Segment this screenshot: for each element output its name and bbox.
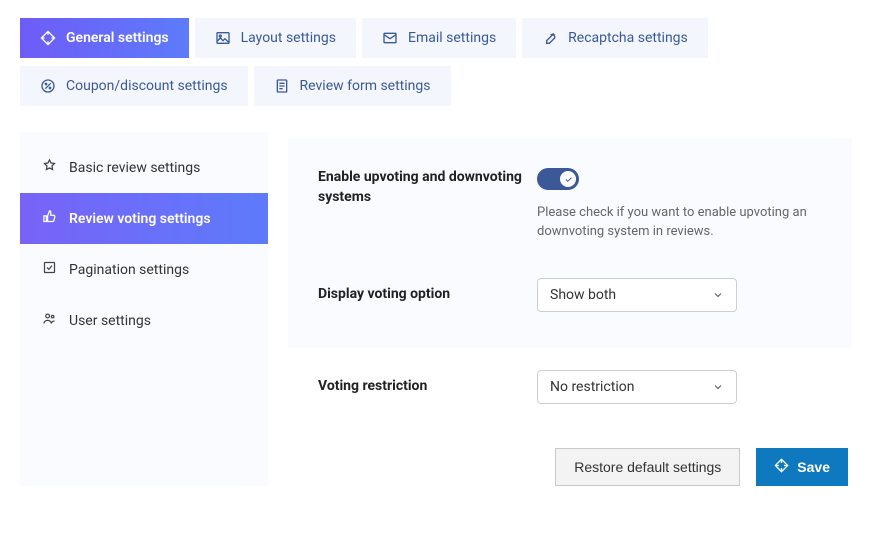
- checkbox-icon: [42, 260, 57, 279]
- tab-label: Recaptcha settings: [568, 30, 688, 46]
- display-option-select[interactable]: Show both: [537, 278, 737, 312]
- sidebar-item-label: User settings: [69, 313, 151, 329]
- sidebar-item-label: Basic review settings: [69, 160, 200, 176]
- restore-defaults-button[interactable]: Restore default settings: [555, 448, 740, 486]
- sidebar-item-label: Review voting settings: [69, 211, 211, 227]
- sidebar-item-pagination[interactable]: Pagination settings: [20, 244, 268, 295]
- tab-label: Email settings: [408, 30, 496, 46]
- voting-restriction-select[interactable]: No restriction: [537, 370, 737, 404]
- tab-recaptcha[interactable]: Recaptcha settings: [522, 18, 708, 58]
- settings-sidebar: Basic review settings Review voting sett…: [20, 132, 268, 486]
- field-label: Voting restriction: [318, 377, 523, 397]
- tab-coupon[interactable]: Coupon/discount settings: [20, 66, 248, 106]
- sidebar-item-voting[interactable]: Review voting settings: [20, 193, 268, 244]
- sidebar-item-label: Pagination settings: [69, 262, 189, 278]
- field-label: Display voting option: [318, 285, 523, 305]
- tab-layout[interactable]: Layout settings: [195, 18, 356, 58]
- footer-actions: Restore default settings Save: [288, 448, 852, 486]
- sidebar-item-user[interactable]: User settings: [20, 295, 268, 346]
- button-label: Save: [797, 459, 830, 475]
- tab-label: Coupon/discount settings: [66, 78, 228, 94]
- tab-general[interactable]: General settings: [20, 18, 189, 58]
- star-icon: [42, 158, 57, 177]
- envelope-icon: [382, 30, 398, 46]
- tab-review-form[interactable]: Review form settings: [254, 66, 451, 106]
- users-icon: [42, 311, 57, 330]
- settings-icon: [40, 30, 56, 46]
- select-value: No restriction: [550, 379, 634, 395]
- save-button[interactable]: Save: [756, 448, 848, 486]
- select-value: Show both: [550, 287, 616, 303]
- button-label: Restore default settings: [574, 459, 721, 475]
- card-restriction: Voting restriction No restriction: [288, 370, 852, 404]
- tab-label: General settings: [66, 30, 169, 46]
- field-label: Enable upvoting and downvoting systems: [318, 168, 523, 207]
- chevron-down-icon: [712, 381, 724, 393]
- image-icon: [215, 30, 231, 46]
- wrench-icon: [542, 30, 558, 46]
- save-icon: [774, 458, 789, 476]
- toggle-knob: [560, 171, 576, 187]
- tab-email[interactable]: Email settings: [362, 18, 516, 58]
- top-tabs: General settings Layout settings Email s…: [20, 18, 852, 106]
- sidebar-item-basic[interactable]: Basic review settings: [20, 142, 268, 193]
- tab-label: Layout settings: [241, 30, 336, 46]
- tab-label: Review form settings: [300, 78, 431, 94]
- chevron-down-icon: [712, 289, 724, 301]
- settings-content: Enable upvoting and downvoting systems P…: [288, 132, 852, 486]
- enable-voting-toggle[interactable]: [537, 168, 579, 190]
- percent-icon: [40, 78, 56, 94]
- card-voting: Enable upvoting and downvoting systems P…: [288, 138, 852, 348]
- thumbs-up-icon: [42, 209, 57, 228]
- form-icon: [274, 78, 290, 94]
- field-help: Please check if you want to enable upvot…: [537, 204, 822, 242]
